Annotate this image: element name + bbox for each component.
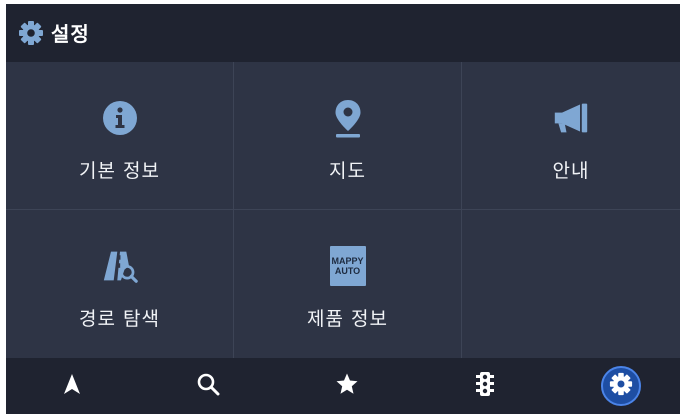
menu-item-guidance[interactable]: 안내 <box>462 62 680 210</box>
gear-icon <box>609 372 633 400</box>
logo-text-line: AUTO <box>334 266 361 276</box>
navigation-arrow-icon <box>63 373 81 399</box>
info-icon <box>102 98 138 138</box>
page-title: 설정 <box>51 22 90 46</box>
nav-button-traffic[interactable] <box>445 358 525 414</box>
nav-button-navigation[interactable] <box>32 358 112 414</box>
settings-menu-grid: 기본 정보 지도 안내 경로 탐색 MAPPY AUTO 제품 정보 <box>6 62 680 358</box>
menu-item-label: 제품 정보 <box>307 308 388 330</box>
menu-item-basic-info[interactable]: 기본 정보 <box>6 62 234 210</box>
mappy-auto-logo: MAPPY AUTO <box>329 246 366 286</box>
logo-text-line: MAPPY <box>331 256 364 266</box>
menu-item-route-search[interactable]: 경로 탐색 <box>6 210 234 358</box>
menu-item-label: 기본 정보 <box>79 160 160 182</box>
menu-item-label: 지도 <box>329 160 366 182</box>
menu-item-product-info[interactable]: MAPPY AUTO 제품 정보 <box>234 210 462 358</box>
gear-icon <box>18 20 44 46</box>
map-pin-icon <box>330 98 366 138</box>
route-search-icon <box>102 246 138 286</box>
header-bar: 설정 <box>6 4 680 62</box>
nav-button-favorites[interactable] <box>307 358 387 414</box>
nav-button-search[interactable] <box>168 358 248 414</box>
search-icon <box>196 372 220 400</box>
empty-cell <box>462 210 680 358</box>
traffic-light-icon <box>475 371 495 401</box>
star-icon <box>335 372 359 400</box>
bottom-nav-bar <box>6 358 680 414</box>
settings-screen: 설정 기본 정보 지도 안내 경로 탐색 MAPPY AUTO 제품 정보 <box>6 4 680 414</box>
menu-item-label: 안내 <box>552 160 590 182</box>
menu-item-label: 경로 탐색 <box>79 308 160 330</box>
active-indicator <box>601 366 641 406</box>
megaphone-icon <box>553 98 589 138</box>
nav-button-settings[interactable] <box>581 358 661 414</box>
menu-item-map[interactable]: 지도 <box>234 62 462 210</box>
